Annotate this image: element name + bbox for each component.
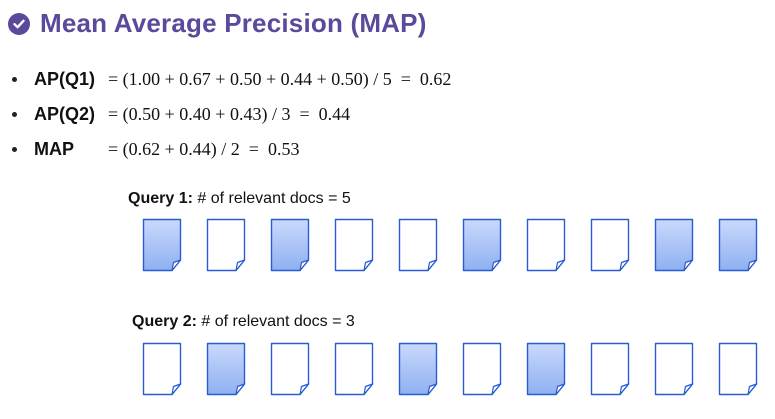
bullet-dot: [12, 147, 17, 152]
bullet-equation: = (0.62 + 0.44) / 2 = 0.53: [108, 139, 300, 159]
relevant-document-icon: [206, 342, 254, 398]
query-name: Query 1:: [128, 190, 193, 207]
relevant-document-icon: [462, 218, 510, 274]
bullet-equation: = (1.00 + 0.67 + 0.50 + 0.44 + 0.50) / 5…: [108, 69, 452, 89]
relevant-document-icon: [270, 218, 318, 274]
bullet-label: AP(Q2): [34, 104, 96, 124]
nonrelevant-document-icon: [654, 342, 702, 398]
query-2-label: Query 2: # of relevant docs = 3: [132, 313, 355, 331]
bullet-ap-q2: AP(Q2) = (0.50 + 0.40 + 0.43) / 3 = 0.44: [12, 97, 451, 132]
relevant-document-icon: [398, 342, 446, 398]
nonrelevant-document-icon: [590, 342, 638, 398]
ap-bullet-list: AP(Q1) = (1.00 + 0.67 + 0.50 + 0.44 + 0.…: [12, 62, 451, 167]
relevant-document-icon: [526, 342, 574, 398]
relevant-document-icon: [718, 218, 766, 274]
nonrelevant-document-icon: [718, 342, 766, 398]
query-desc: # of relevant docs = 3: [196, 313, 355, 330]
bullet-ap-q1: AP(Q1) = (1.00 + 0.67 + 0.50 + 0.44 + 0.…: [12, 62, 451, 97]
relevant-document-icon: [142, 218, 190, 274]
slide-title: Mean Average Precision (MAP): [40, 8, 427, 38]
bullet-dot: [12, 77, 17, 82]
nonrelevant-document-icon: [334, 342, 382, 398]
query-name: Query 2:: [132, 313, 197, 330]
bullet-label: AP(Q1): [34, 69, 96, 89]
bullet-map: MAP = (0.62 + 0.44) / 2 = 0.53: [12, 132, 451, 167]
nonrelevant-document-icon: [590, 218, 638, 274]
check-circle-icon: [8, 12, 30, 35]
nonrelevant-document-icon: [462, 342, 510, 398]
nonrelevant-document-icon: [398, 218, 446, 274]
nonrelevant-document-icon: [142, 342, 190, 398]
nonrelevant-document-icon: [270, 342, 318, 398]
bullet-dot: [12, 112, 17, 117]
nonrelevant-document-icon: [206, 218, 254, 274]
query-desc: # of relevant docs = 5: [192, 190, 351, 207]
nonrelevant-document-icon: [334, 218, 382, 274]
relevant-document-icon: [654, 218, 702, 274]
bullet-equation: = (0.50 + 0.40 + 0.43) / 3 = 0.44: [108, 104, 351, 124]
bullet-label: MAP: [34, 139, 74, 159]
slide-header: Mean Average Precision (MAP): [8, 8, 427, 39]
query-1-label: Query 1: # of relevant docs = 5: [128, 190, 351, 208]
nonrelevant-document-icon: [526, 218, 574, 274]
